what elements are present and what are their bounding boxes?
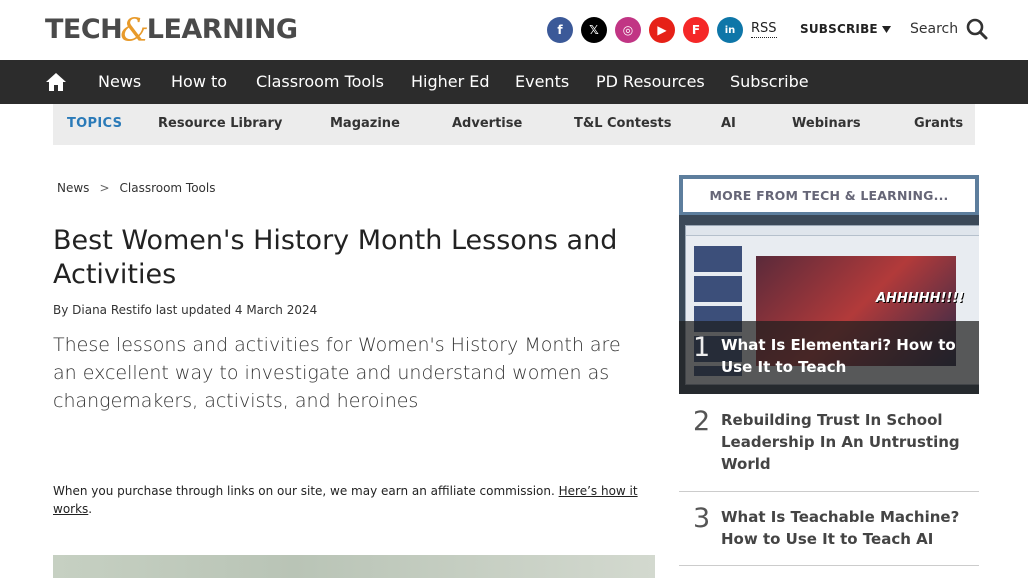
linkedin-icon[interactable]: in [717, 17, 743, 43]
article-title: Best Women's History Month Lessons and A… [53, 225, 618, 290]
breadcrumb-news[interactable]: News [57, 181, 89, 195]
nav-item-subscribe[interactable]: Subscribe [730, 72, 809, 92]
home-icon[interactable] [45, 72, 67, 92]
canvas-caption: AHHHHH!!!! [876, 291, 965, 306]
social-links: f 𝕏 ◎ ▶ F in [547, 17, 743, 43]
nav-item-pd-resources[interactable]: PD Resources [596, 72, 705, 92]
breadcrumb: News > Classroom Tools [57, 181, 216, 195]
sidebar-divider [679, 565, 979, 566]
nav-item-higher-ed[interactable]: Higher Ed [411, 72, 490, 92]
search-button[interactable]: Search [910, 18, 988, 40]
article-strapline: These lessons and activities for Women's… [53, 334, 621, 412]
sidebar-divider [679, 491, 979, 492]
topic-tl-contests[interactable]: T&L Contests [574, 115, 671, 133]
topics-label: TOPICS [67, 116, 123, 131]
nav-item-news[interactable]: News [98, 72, 141, 92]
caret-down-icon [881, 25, 891, 33]
article-byline: By Diana Restifo last updated 4 March 20… [53, 303, 318, 317]
breadcrumb-separator: > [99, 181, 110, 195]
sidebar-rank-1: 1 [693, 332, 711, 363]
rss-link[interactable]: RSS [751, 21, 777, 38]
nav-item-classroom-tools[interactable]: Classroom Tools [256, 72, 384, 92]
sidebar-link-3[interactable]: What Is Teachable Machine? How to Use It… [721, 506, 961, 550]
flipboard-icon[interactable]: F [683, 17, 709, 43]
facebook-icon[interactable]: f [547, 17, 573, 43]
affiliate-text: When you purchase through links on our s… [53, 484, 555, 498]
nav-item-events[interactable]: Events [515, 72, 569, 92]
logo-ampersand: & [120, 11, 149, 49]
sidebar-link-1[interactable]: What Is Elementari? How to Use It to Tea… [721, 334, 961, 378]
search-label: Search [910, 21, 959, 37]
sidebar-link-2[interactable]: Rebuilding Trust In School Leadership In… [721, 409, 961, 475]
sidebar-rank-3: 3 [693, 503, 711, 534]
sidebar-heading: MORE FROM TECH & LEARNING... [683, 179, 975, 212]
main-navigation: News How to Classroom Tools Higher Ed Ev… [0, 60, 1028, 104]
topic-webinars[interactable]: Webinars [792, 115, 861, 133]
breadcrumb-classroom-tools[interactable]: Classroom Tools [120, 181, 216, 195]
x-icon[interactable]: 𝕏 [581, 17, 607, 43]
youtube-icon[interactable]: ▶ [649, 17, 675, 43]
topic-advertise[interactable]: Advertise [452, 115, 522, 133]
site-logo[interactable]: TECH & LEARNING [45, 14, 298, 46]
search-icon [966, 18, 988, 40]
topic-magazine[interactable]: Magazine [330, 115, 400, 133]
topics-bar: TOPICS Resource Library Magazine Adverti… [53, 104, 975, 145]
affiliate-period: . [88, 502, 93, 516]
featured-thumbnail[interactable]: AHHHHH!!!! 1 What Is Elementari? How to … [679, 215, 979, 394]
subscribe-dropdown[interactable]: SUBSCRIBE [800, 22, 891, 36]
subscribe-label: SUBSCRIBE [800, 22, 878, 36]
logo-text-tech: TECH [45, 14, 123, 45]
site-header: TECH & LEARNING f 𝕏 ◎ ▶ F in RSS SUBSCRIBE… [0, 0, 1028, 60]
sidebar-rank-2: 2 [693, 406, 711, 437]
topic-resource-library[interactable]: Resource Library [158, 115, 282, 133]
sidebar-heading-box: MORE FROM TECH & LEARNING... [679, 175, 979, 215]
topic-grants[interactable]: Grants [914, 115, 963, 133]
instagram-icon[interactable]: ◎ [615, 17, 641, 43]
affiliate-disclosure: When you purchase through links on our s… [53, 482, 653, 518]
topic-ai[interactable]: AI [721, 115, 736, 133]
hero-image [53, 555, 655, 578]
app-toolbar [686, 226, 979, 236]
nav-item-how-to[interactable]: How to [171, 72, 227, 92]
logo-text-learning: LEARNING [146, 14, 298, 45]
